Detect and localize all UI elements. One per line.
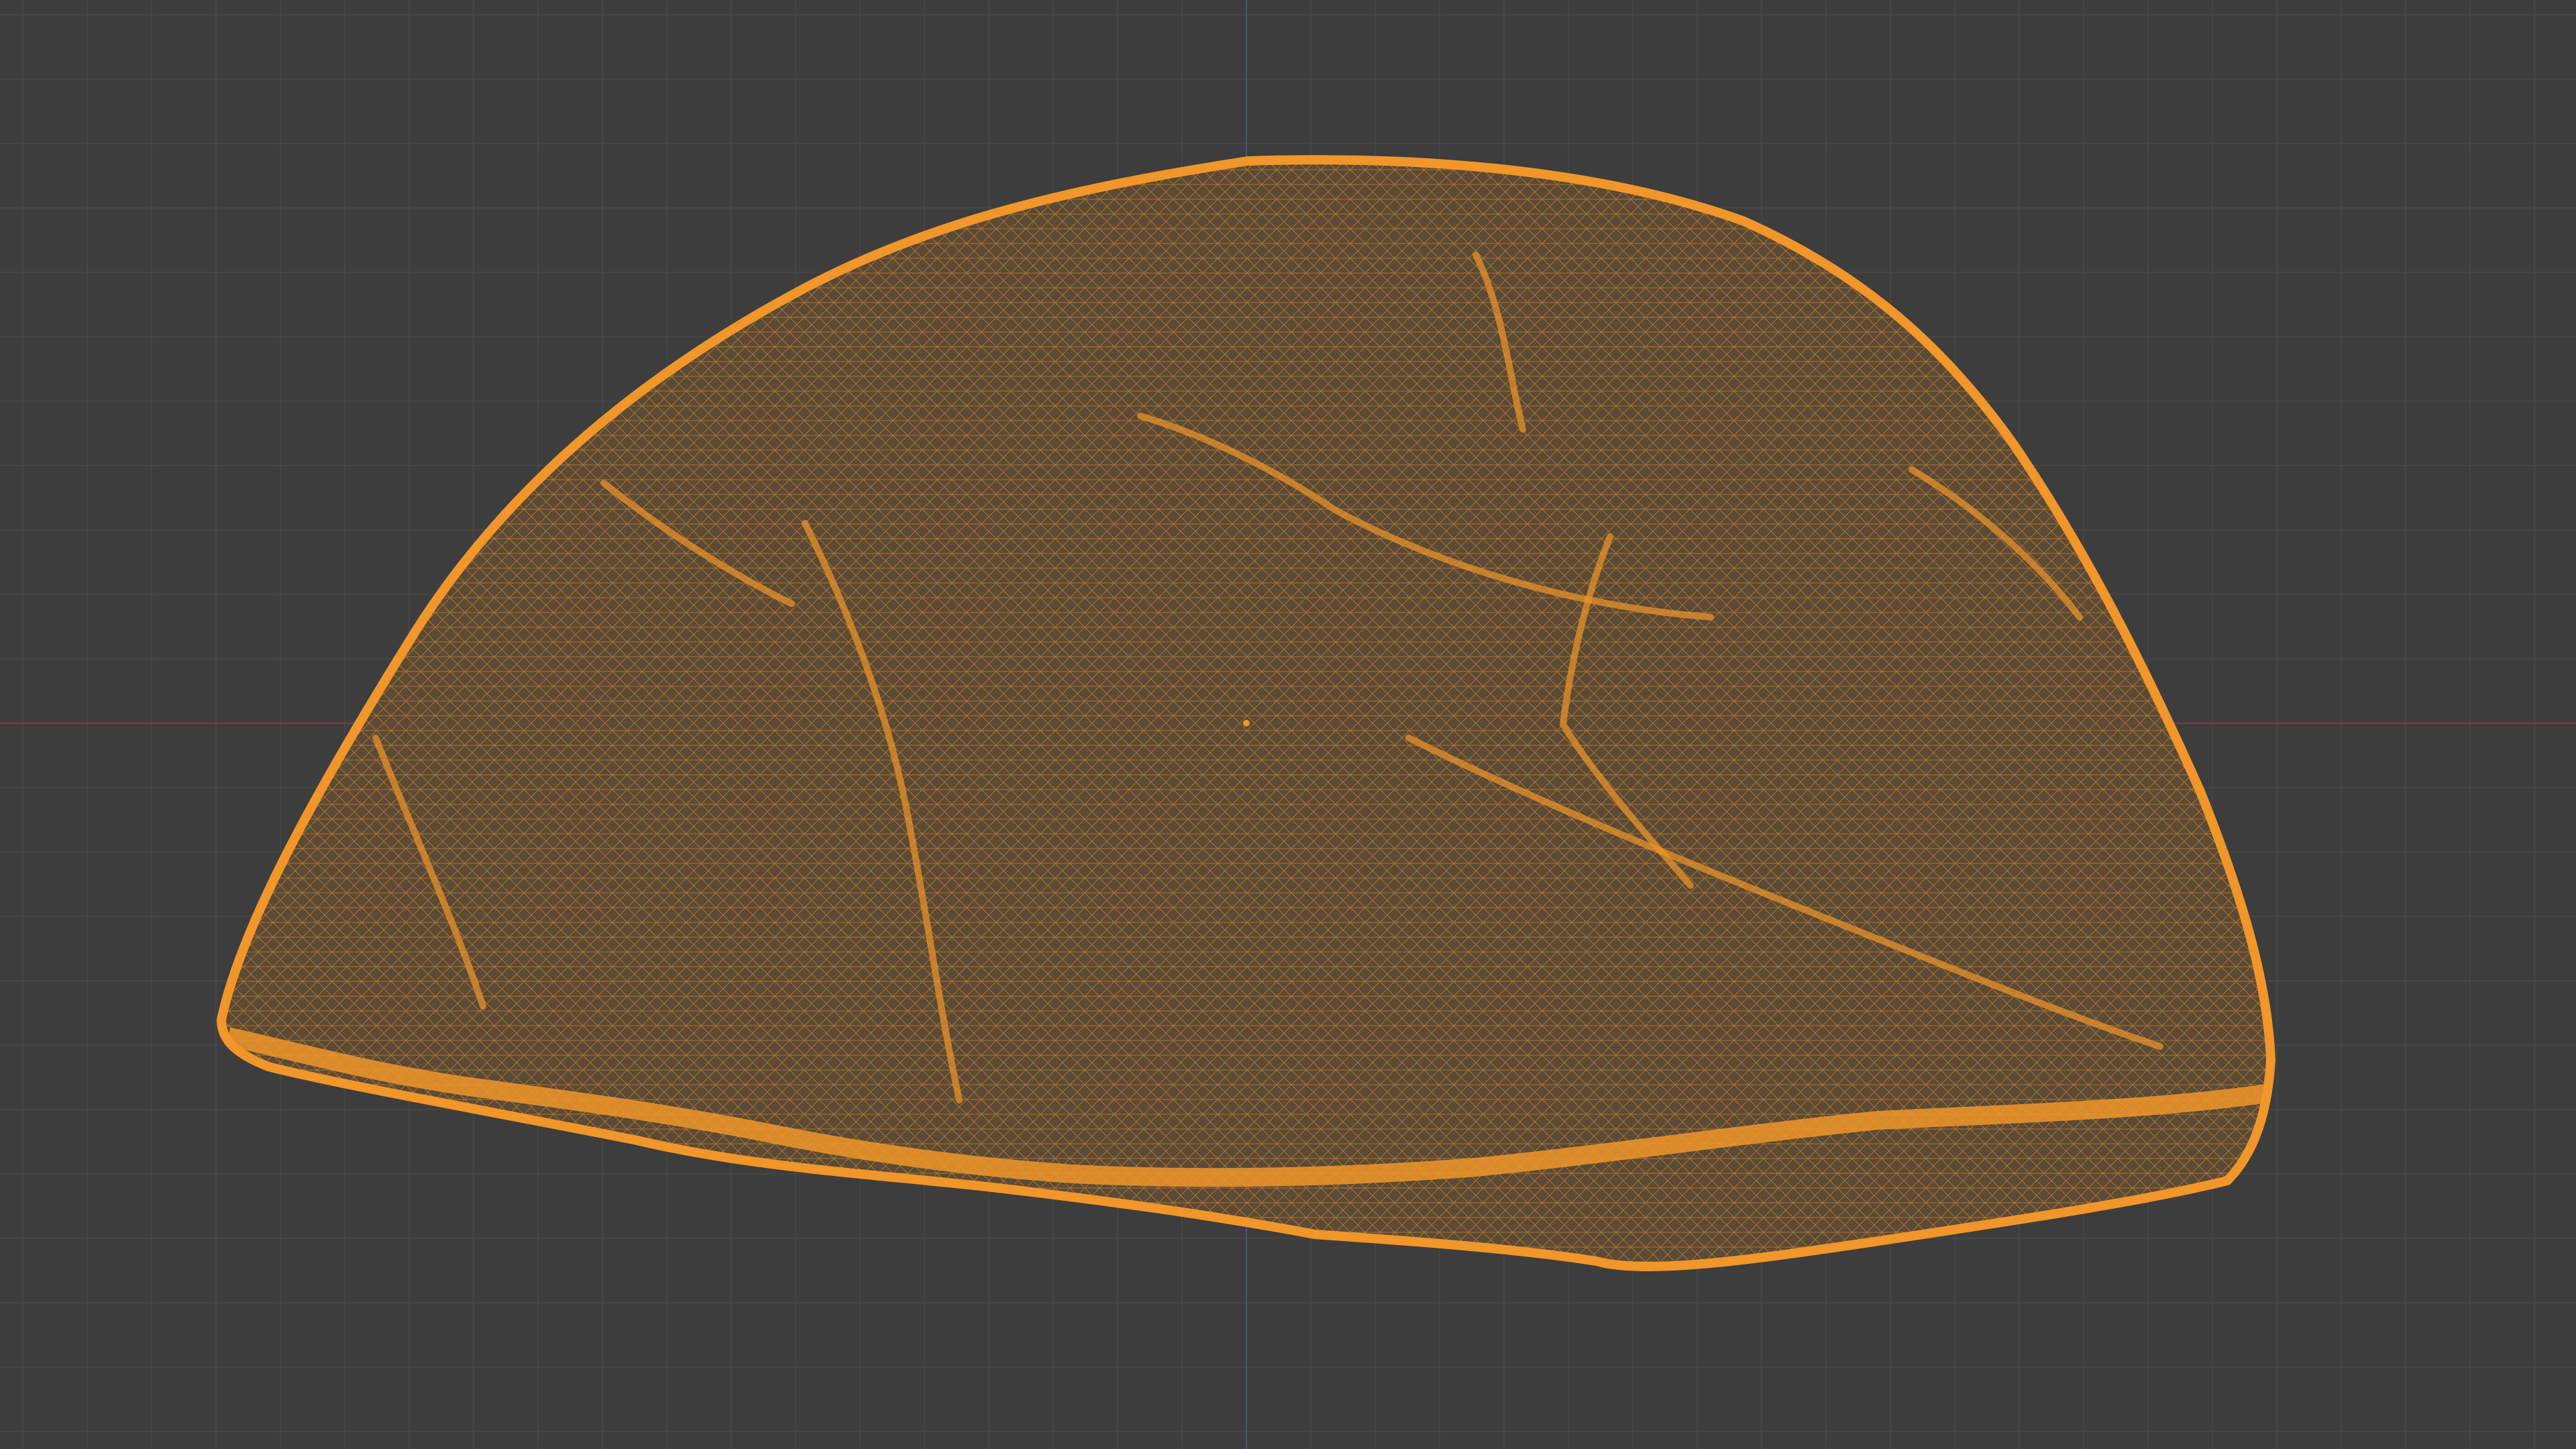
- 3d-viewport[interactable]: [0, 0, 2576, 1449]
- mesh-object[interactable]: [0, 0, 2576, 1449]
- object-origin-point[interactable]: [1243, 720, 1250, 727]
